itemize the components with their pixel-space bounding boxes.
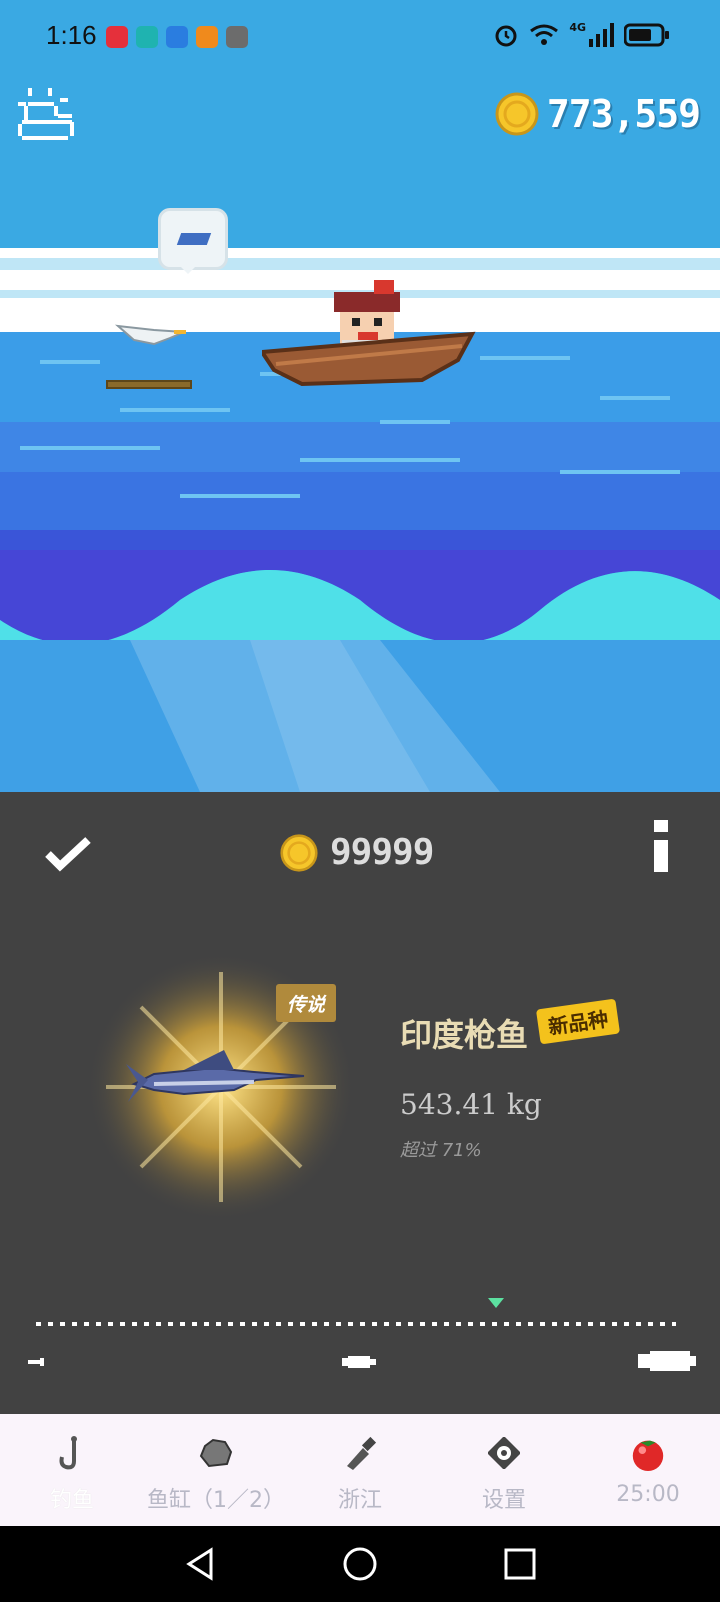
notification-icons xyxy=(106,26,248,48)
alarm-icon xyxy=(495,25,517,47)
tomato-icon xyxy=(629,1434,667,1472)
app-icon-teal xyxy=(136,26,158,48)
result-coin-count: 99999 xyxy=(330,832,434,873)
bottom-nav: 钓鱼 鱼缸（1／2） 浙江 设置 25:00 xyxy=(0,1414,720,1526)
size-scale xyxy=(36,1322,676,1326)
info-icon[interactable] xyxy=(654,820,668,872)
app-icon-red xyxy=(106,26,128,48)
coin-counter: 773,559 xyxy=(495,92,701,136)
size-marker xyxy=(488,1298,504,1308)
small-fish-icon xyxy=(28,1358,44,1366)
fish-hint-icon xyxy=(176,233,212,245)
large-fish-icon xyxy=(638,1351,696,1371)
app-icon-gray xyxy=(226,26,248,48)
status-time: 1:16 xyxy=(46,20,97,50)
battery-icon xyxy=(624,23,669,47)
rarity-badge: 传说 xyxy=(276,984,336,1022)
nav-label-location: 浙江 xyxy=(337,1488,382,1513)
app-icon-blue xyxy=(166,26,188,48)
tension-bar xyxy=(106,380,192,389)
fish-name: 印度枪鱼 xyxy=(400,1016,529,1054)
stone-icon xyxy=(197,1434,235,1472)
sun-cloud-icon[interactable] xyxy=(18,88,78,148)
coin-count: 773,559 xyxy=(546,92,701,136)
home-icon[interactable] xyxy=(342,1546,378,1582)
fish-weight: 543.41 kg xyxy=(400,1088,542,1121)
wifi-icon xyxy=(530,24,559,45)
back-icon[interactable] xyxy=(183,1546,217,1582)
bottle-icon xyxy=(341,1434,379,1472)
hook-icon xyxy=(53,1434,91,1472)
recents-icon[interactable] xyxy=(503,1547,537,1581)
speech-bubble xyxy=(158,208,228,274)
seagull-icon xyxy=(114,324,186,346)
marlin-fish-icon xyxy=(126,1050,305,1102)
nav-item-settings[interactable]: 设置 xyxy=(432,1414,576,1526)
system-indicators: 4G xyxy=(493,22,670,48)
coin-icon xyxy=(280,833,318,872)
nav-item-timer[interactable]: 25:00 xyxy=(576,1414,720,1526)
system-nav-bar xyxy=(0,1526,720,1602)
nav-label-settings: 设置 xyxy=(481,1488,526,1513)
nav-item-aquarium[interactable]: 鱼缸（1／2） xyxy=(144,1414,288,1526)
nav-item-fishing[interactable]: 钓鱼 xyxy=(0,1414,144,1526)
result-coin-counter: 99999 xyxy=(280,832,434,873)
app-icon-orange xyxy=(196,26,218,48)
boat-with-fisher xyxy=(262,280,476,387)
coin-icon xyxy=(495,92,539,136)
weight-percentile: 超过 71% xyxy=(400,1140,482,1161)
gear-icon xyxy=(485,1434,523,1472)
nav-label-fishing: 钓鱼 xyxy=(49,1488,94,1513)
nav-label-timer: 25:00 xyxy=(616,1482,680,1507)
medium-fish-icon xyxy=(342,1356,376,1368)
app-root: 773,559 1:16 4G 99999 传说 印度枪鱼 新品种 543.41… xyxy=(0,0,720,1602)
network-type: 4G xyxy=(569,21,586,34)
fishing-scene[interactable]: 773,559 xyxy=(0,0,720,792)
nav-item-location[interactable]: 浙江 xyxy=(288,1414,432,1526)
catch-result-panel: 99999 传说 印度枪鱼 新品种 543.41 kg 超过 71% xyxy=(0,792,720,1414)
new-species-badge: 新品种 xyxy=(535,998,621,1045)
nav-label-aquarium: 鱼缸（1／2） xyxy=(147,1488,285,1513)
status-bar: 1:16 4G xyxy=(0,0,720,76)
signal-icon xyxy=(589,23,614,47)
check-icon[interactable] xyxy=(44,836,92,872)
